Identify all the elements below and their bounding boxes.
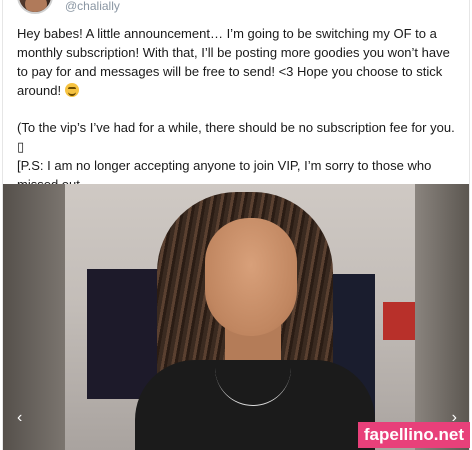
post-photo[interactable] <box>65 184 415 450</box>
watermark: fapellino.net <box>357 422 470 448</box>
grinning-sweat-emoji-icon <box>64 83 79 97</box>
person-face <box>205 218 297 336</box>
post-header: @chalially <box>3 0 469 16</box>
announcement-text: Hey babes! A little announcement… I’m go… <box>17 26 450 98</box>
post-media[interactable]: ‹ › <box>3 184 469 450</box>
post-card: @chalially Hey babes! A little announcem… <box>2 0 470 450</box>
media-blur-left <box>3 184 65 450</box>
wall-poster <box>383 302 415 340</box>
prev-arrow-icon[interactable]: ‹ <box>17 410 22 426</box>
user-handle[interactable]: @chalially <box>65 0 120 13</box>
media-blur-right <box>415 184 469 450</box>
avatar[interactable] <box>17 0 53 14</box>
